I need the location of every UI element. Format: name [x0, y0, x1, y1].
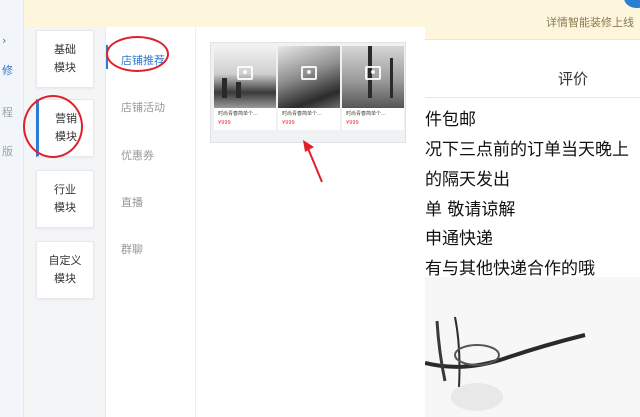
product-price: ¥999: [346, 120, 359, 126]
component-panel: 时尚青春简单个... ¥999 时尚青春简单个... ¥999 时尚青春简单个.…: [196, 27, 425, 417]
product-name: 时尚青春简单个...: [218, 111, 258, 117]
annotation-arrow-icon: [303, 140, 323, 183]
shop-recommend-card[interactable]: 时尚青春简单个... ¥999 时尚青春简单个... ¥999 时尚青春简单个.…: [210, 42, 406, 143]
module-industry-label-1: 行业: [54, 183, 76, 196]
left-edge-text-2: 程: [2, 106, 13, 119]
detail-text-line: 申通快递: [425, 229, 493, 249]
category-shop-activity[interactable]: 店铺活动: [121, 99, 165, 115]
product-item: 时尚青春简单个... ¥999: [278, 46, 340, 130]
image-placeholder-icon: [301, 66, 317, 80]
detail-text-line: 有与其他快递合作的哦: [425, 259, 595, 279]
module-custom-label-1: 自定义: [48, 254, 82, 267]
detail-text-line: 况下三点前的订单当天晚上: [425, 140, 629, 160]
header-divider: [425, 97, 640, 98]
image-placeholder-icon: [365, 66, 381, 80]
annotation-circle-marketing: [23, 95, 83, 158]
notice-text[interactable]: 详情智能装修上线: [546, 14, 634, 30]
module-basic[interactable]: 基础 模块: [36, 30, 94, 88]
product-thumbnail: [342, 46, 404, 108]
module-column: 基础 模块 营销 模块 行业 模块 自定义 模块: [24, 27, 106, 417]
product-item: 时尚青春简单个... ¥999: [214, 46, 276, 130]
product-name: 时尚青春简单个...: [282, 111, 322, 117]
module-industry-label-2: 模块: [54, 201, 76, 214]
product-thumbnail: [214, 46, 276, 108]
detail-text-line: 单 敬请谅解: [425, 200, 516, 220]
left-edge-strip: › 修 程 版: [0, 0, 24, 417]
left-edge-text-3: 版: [2, 145, 13, 158]
glasses-photo: [425, 277, 640, 417]
category-live[interactable]: 直播: [121, 194, 143, 210]
category-coupon[interactable]: 优惠券: [121, 147, 154, 163]
product-detail-preview: 评价 件包邮 况下三点前的订单当天晚上 的隔天发出 单 敬请谅解 申通快递 有与…: [425, 40, 640, 417]
product-name: 时尚青春简单个...: [346, 111, 386, 117]
product-item: 时尚青春简单个... ¥999: [342, 46, 404, 130]
left-edge-arrow-icon[interactable]: ›: [2, 34, 6, 47]
module-basic-label-1: 基础: [54, 43, 76, 56]
notice-badge-icon: [624, 0, 640, 8]
module-industry[interactable]: 行业 模块: [36, 170, 94, 228]
image-placeholder-icon: [237, 66, 253, 80]
product-price: ¥999: [282, 120, 295, 126]
category-group-chat[interactable]: 群聊: [121, 241, 143, 257]
module-custom-label-2: 模块: [54, 272, 76, 285]
category-column: 店铺推荐 店铺活动 优惠券 直播 群聊: [106, 27, 196, 417]
product-thumbnail: [278, 46, 340, 108]
module-basic-label-2: 模块: [54, 61, 76, 74]
module-custom[interactable]: 自定义 模块: [36, 241, 94, 299]
product-price: ¥999: [218, 120, 231, 126]
detail-text-line: 件包邮: [425, 110, 476, 130]
annotation-circle-recommend: [106, 36, 169, 72]
detail-text-line: 的隔天发出: [425, 170, 510, 190]
left-edge-text-1[interactable]: 修: [2, 62, 13, 78]
review-column-title[interactable]: 评价: [558, 68, 588, 89]
